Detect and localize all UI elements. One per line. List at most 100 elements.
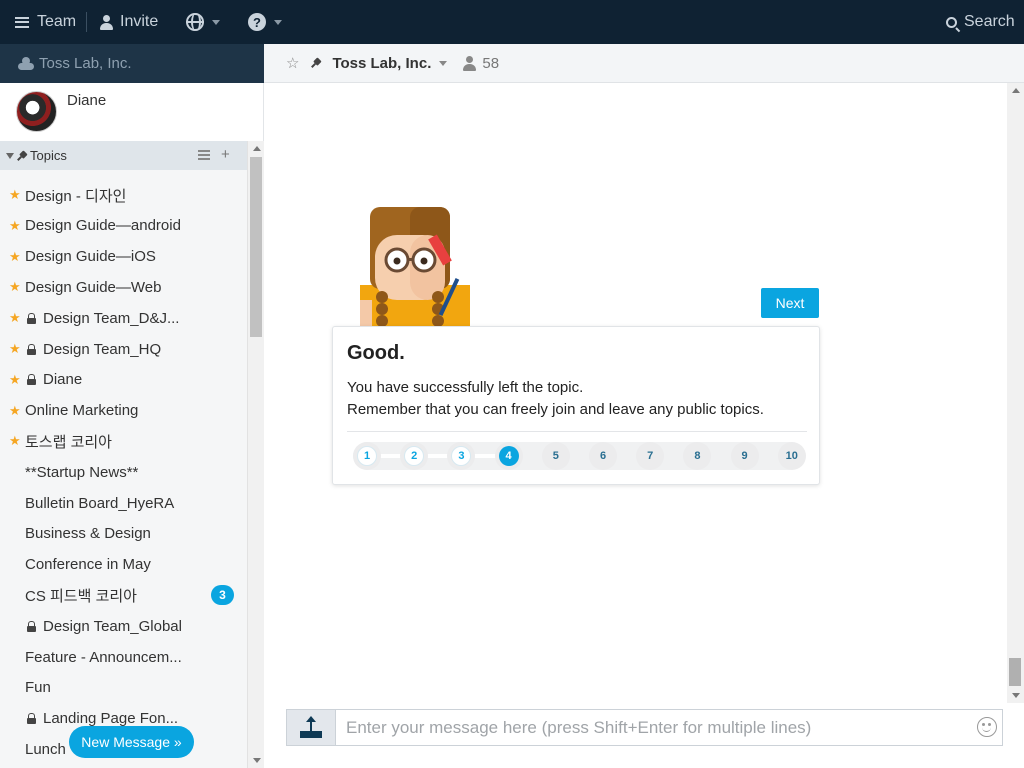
sidebar-topic-label: Lunch [25, 740, 66, 758]
star-icon: ★ [9, 371, 21, 387]
language-menu-button[interactable] [186, 0, 220, 44]
sidebar-topic-item[interactable]: Bulletin Board_HyeRA [0, 488, 247, 518]
search-button[interactable]: Search [946, 0, 1015, 44]
collapse-triangle-icon[interactable] [6, 152, 14, 159]
avatar[interactable] [16, 91, 57, 132]
character-arm [360, 300, 372, 327]
tutorial-step-2: 2 [400, 442, 429, 470]
invite-button[interactable]: Invite [100, 0, 158, 44]
sidebar-topic-label: 토스랩 코리아 [25, 433, 112, 451]
search-icon [946, 16, 957, 28]
sidebar-topic-item[interactable]: ★ Design Guide—iOS [0, 242, 247, 272]
tutorial-title: Good. [347, 342, 405, 364]
next-button[interactable]: Next [761, 288, 819, 318]
sidebar-topic-item[interactable]: ★ 토스랩 코리아 [0, 426, 247, 456]
lock-icon [27, 713, 36, 725]
sidebar-topic-label: Conference in May [25, 556, 151, 574]
sidebar-topic-item[interactable]: ★ Design Team_HQ [0, 334, 247, 364]
team-name-header[interactable]: Toss Lab, Inc. [0, 44, 264, 83]
tutorial-step-9: 9 [730, 442, 759, 470]
member-count[interactable]: 58 [482, 55, 499, 72]
sidebar-topic-item[interactable]: Fun [0, 673, 247, 703]
team-menu-button[interactable]: Team [15, 0, 76, 44]
sidebar-scrollbar-thumb[interactable] [250, 157, 262, 337]
sidebar-scrollbar[interactable] [247, 141, 264, 768]
emoji-icon[interactable] [977, 717, 997, 737]
star-icon: ★ [9, 279, 21, 295]
message-scrollbar[interactable] [1007, 83, 1024, 703]
topbar-divider [86, 12, 87, 32]
sidebar-topic-label: Fun [25, 679, 51, 697]
sidebar-topic-label: Design Team_HQ [43, 340, 162, 358]
team-name: Toss Lab, Inc. [39, 55, 132, 72]
star-icon: ★ [9, 402, 21, 418]
member-icon[interactable] [463, 55, 477, 71]
question-icon: ? [248, 13, 266, 31]
lock-icon [27, 312, 36, 324]
pin-icon[interactable] [309, 56, 323, 70]
character-braid-left [376, 303, 388, 315]
character-glasses-bridge [408, 258, 413, 261]
upload-icon [300, 715, 322, 738]
sidebar-topic-item[interactable]: ★ Design Guide—Web [0, 272, 247, 302]
scroll-up-arrow-icon[interactable] [1012, 88, 1020, 93]
search-label: Search [964, 13, 1015, 30]
sidebar-topic-item[interactable]: **Startup News** [0, 457, 247, 487]
person-icon [100, 14, 113, 30]
star-icon: ★ [9, 187, 21, 202]
tutorial-step-number: 2 [404, 446, 425, 466]
new-message-button[interactable]: New Message » [69, 726, 194, 758]
sidebar-topic-label: Design Guide—android [25, 217, 181, 235]
help-menu-button[interactable]: ? [248, 0, 282, 44]
star-icon: ★ [9, 248, 21, 264]
tutorial-step-number: 6 [599, 450, 607, 462]
sidebar-topic-item[interactable]: ★ Design Guide—android [0, 211, 247, 241]
lock-icon [27, 374, 36, 386]
message-input[interactable] [335, 709, 1003, 746]
tutorial-message-line-1: You have successfully left the topic. [347, 379, 584, 396]
sidebar-topic-label: **Startup News** [25, 463, 139, 481]
message-scrollbar-thumb[interactable] [1009, 658, 1021, 686]
sidebar-topic-item[interactable]: Business & Design [0, 519, 247, 549]
lock-icon [27, 343, 36, 355]
unread-badge: 3 [211, 585, 234, 606]
lock-icon [27, 620, 36, 632]
topic-title[interactable]: Toss Lab, Inc. [332, 55, 431, 72]
chevron-down-icon[interactable] [439, 60, 448, 66]
globe-icon [186, 13, 204, 31]
sidebar-topic-label: Feature - Announcem... [25, 648, 182, 666]
sidebar-topic-label: Business & Design [25, 525, 151, 543]
star-icon: ★ [9, 217, 21, 233]
tutorial-message-line-2: Remember that you can freely join and le… [347, 401, 764, 418]
tutorial-step-number: 7 [647, 450, 654, 462]
invite-label: Invite [120, 13, 159, 30]
sidebar-topic-label: Landing Page Fon... [43, 710, 179, 728]
tutorial-step-10: 10 [777, 442, 806, 470]
star-icon: ★ [9, 341, 21, 356]
sidebar-topic-item[interactable]: ★ Design Team_D&J... [0, 303, 247, 333]
current-user-row[interactable]: Diane [0, 83, 264, 141]
star-outline-icon[interactable]: ☆ [286, 54, 299, 72]
topics-section-header[interactable]: Topics + [0, 141, 247, 170]
scroll-down-arrow-icon[interactable] [253, 758, 261, 763]
character-eye-right [420, 257, 428, 265]
scroll-down-arrow-icon[interactable] [1012, 693, 1020, 698]
sidebar-topic-label: Design Team_Global [43, 617, 182, 635]
sidebar-topic-label: Design Guide—iOS [25, 248, 156, 266]
sidebar-topic-item[interactable]: ★ Design - 디자인 [0, 180, 247, 210]
user-name: Diane [67, 92, 107, 109]
star-icon: ★ [9, 433, 21, 449]
tutorial-step-5: 5 [541, 442, 570, 470]
tutorial-divider [347, 431, 807, 432]
sidebar-topic-item[interactable]: Feature - Announcem... [0, 642, 247, 672]
scroll-up-arrow-icon[interactable] [253, 146, 261, 151]
sidebar-topic-item[interactable]: CS 피드백 코리아 3 [0, 580, 247, 610]
sidebar-topic-item[interactable]: Design Team_Global [0, 611, 247, 641]
sidebar-topic-item[interactable]: Conference in May [0, 550, 247, 580]
plus-icon[interactable]: + [221, 147, 230, 162]
pin-icon [15, 148, 29, 162]
list-icon[interactable] [198, 150, 210, 160]
sidebar-topic-item[interactable]: ★ Diane [0, 365, 247, 395]
upload-file-button[interactable] [286, 709, 335, 746]
sidebar-topic-item[interactable]: ★ Online Marketing [0, 396, 247, 426]
